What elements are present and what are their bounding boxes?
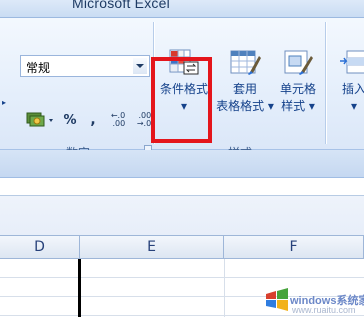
cell-styles-label-1: 单元格 xyxy=(279,82,316,96)
increase-decimal-bottom: .00 xyxy=(112,119,126,128)
watermark-url: www.ruaitu.com xyxy=(292,305,356,315)
format-as-table-button[interactable]: 套用 表格格式 ▾ xyxy=(216,48,274,115)
cell-styles-label-2: 样式 ▾ xyxy=(281,99,315,113)
insert-label: 插入 xyxy=(341,82,364,96)
cell-styles-icon xyxy=(284,50,313,75)
title-bar: Microsoft Excel xyxy=(0,0,364,18)
number-format-value: 常规 xyxy=(26,61,51,75)
chevron-down-icon[interactable] xyxy=(133,58,147,74)
column-header-d[interactable]: D xyxy=(0,236,80,259)
decrease-decimal-bottom: →.0 xyxy=(136,119,152,128)
insert-cells-icon xyxy=(340,50,364,74)
currency-icon xyxy=(26,112,53,127)
group-separator xyxy=(325,22,326,144)
windows-logo-icon xyxy=(266,288,288,311)
format-as-table-label-2: 表格格式 ▾ xyxy=(216,99,274,113)
cell-styles-button[interactable]: 单元格 样式 ▾ xyxy=(274,48,322,115)
accounting-format-button[interactable] xyxy=(24,110,56,130)
column-header-e[interactable]: E xyxy=(80,236,224,259)
sheet-area-gap xyxy=(0,196,364,236)
ribbon: ▸ 常规 % , ←.0 .00 .00 →.0 数字 xyxy=(0,18,364,160)
format-as-table-label-1: 套用 xyxy=(232,82,257,96)
formula-input-row[interactable] xyxy=(0,178,364,196)
format-as-table-icon xyxy=(230,50,261,75)
red-highlight-box xyxy=(151,57,212,143)
watermark: windows系统家园 www.ruaitu.com xyxy=(262,262,364,317)
formula-bar-area xyxy=(0,150,364,178)
number-format-dropdown[interactable]: 常规 xyxy=(20,55,150,77)
scroll-left-icon[interactable]: ▸ xyxy=(2,98,6,107)
insert-cells-button[interactable]: 插入 ▾ xyxy=(334,48,364,115)
column-header-f[interactable]: F xyxy=(224,236,364,259)
comma-style-button[interactable]: , xyxy=(86,110,100,130)
increase-decimal-button[interactable]: ←.0 .00 xyxy=(106,110,130,130)
window-title: Microsoft Excel xyxy=(72,0,170,11)
percent-style-button[interactable]: % xyxy=(60,110,80,130)
column-gridline xyxy=(224,259,225,317)
chevron-down-icon: ▾ xyxy=(350,99,358,113)
selection-border xyxy=(78,259,81,317)
